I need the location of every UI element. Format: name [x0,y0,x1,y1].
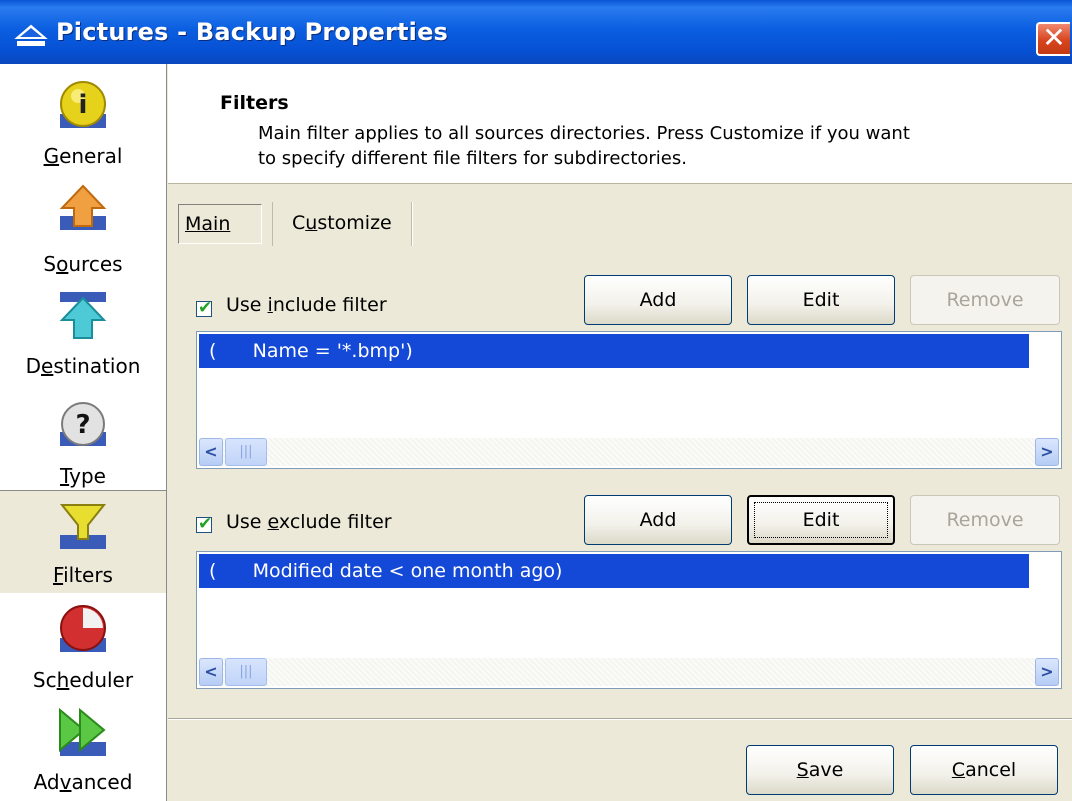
include-filter-list[interactable]: ( Name = '*.bmp') < ||| > [196,331,1062,469]
sidebar-item-scheduler[interactable]: Scheduler [0,596,166,702]
scroll-thumb[interactable]: ||| [225,658,267,686]
save-button[interactable]: Save [746,745,894,795]
include-filter-label: Use include filter [226,294,387,316]
sidebar-item-type[interactable]: ? Type [0,390,166,496]
footer-divider [168,718,1072,720]
clock-icon [60,605,106,652]
question-icon: ? [60,402,106,446]
title-bar[interactable]: Pictures - Backup Properties ✕ [0,0,1072,64]
page-title: Filters [220,92,289,114]
scroll-left-icon[interactable]: < [199,658,223,686]
sidebar-item-general[interactable]: i General [0,64,166,170]
sidebar-item-filters[interactable]: Filters [0,490,166,594]
include-edit-button[interactable]: Edit [747,275,895,325]
sidebar-item-sources[interactable]: Sources [0,176,166,282]
list-item[interactable]: ( Name = '*.bmp') [199,334,1029,368]
scroll-left-icon[interactable]: < [199,438,223,466]
down-arrow-icon [59,292,107,339]
sidebar: i General Sources Destination ? Type Fil… [0,64,167,801]
tab-divider [411,202,413,246]
close-icon: ✕ [1042,21,1066,54]
backup-icon [14,24,48,46]
sidebar-item-label: Scheduler [32,668,134,692]
exclude-filter-checkbox[interactable]: ✔ [196,514,213,534]
check-icon: ✔ [198,514,213,534]
sidebar-item-label: Type [60,464,106,488]
include-add-button[interactable]: Add [584,275,732,325]
include-filter-checkbox[interactable]: ✔ [196,298,213,318]
include-scrollbar[interactable]: < ||| > [199,438,1059,466]
fast-forward-icon [59,707,106,756]
exclude-filter-list[interactable]: ( Modified date < one month ago) < ||| > [196,551,1062,689]
tab-customize-label: Customize [292,212,392,234]
sidebar-item-advanced[interactable]: Advanced [0,698,166,801]
exclude-filter-label: Use exclude filter [226,511,392,533]
close-button[interactable]: ✕ [1036,22,1070,56]
list-item[interactable]: ( Modified date < one month ago) [199,554,1029,588]
svg-text:?: ? [75,410,90,440]
svg-text:i: i [79,90,88,120]
tab-main-label: Main [185,213,231,235]
exclude-remove-button[interactable]: Remove [910,495,1060,545]
sidebar-item-label: Sources [43,252,123,276]
sidebar-item-label: Filters [53,563,113,587]
window-title: Pictures - Backup Properties [56,18,449,46]
scroll-thumb[interactable]: ||| [225,438,267,466]
page-description-line2: to specify different file filters for su… [258,148,687,169]
page-description: Main filter applies to all sources direc… [258,123,910,144]
sidebar-item-label: General [43,144,123,168]
check-icon: ✔ [198,298,213,318]
sidebar-item-label: Advanced [33,770,133,794]
sidebar-item-label: Destination [25,354,141,378]
page-header: Filters Main filter applies to all sourc… [168,64,1072,184]
exclude-add-button[interactable]: Add [584,495,732,545]
sidebar-item-destination[interactable]: Destination [0,282,166,388]
up-arrow-icon [59,184,107,230]
info-icon: i [60,81,106,128]
tab-customize[interactable]: Customize [292,204,402,244]
focus-ring [754,502,888,538]
cancel-button[interactable]: Cancel [910,745,1058,795]
exclude-scrollbar[interactable]: < ||| > [199,658,1059,686]
tab-divider [272,202,273,246]
scroll-right-icon[interactable]: > [1035,438,1059,466]
tab-main[interactable]: Main [178,204,262,244]
funnel-icon [59,504,107,549]
exclude-edit-button[interactable]: Edit [747,495,895,545]
scroll-right-icon[interactable]: > [1035,658,1059,686]
include-remove-button[interactable]: Remove [910,275,1060,325]
